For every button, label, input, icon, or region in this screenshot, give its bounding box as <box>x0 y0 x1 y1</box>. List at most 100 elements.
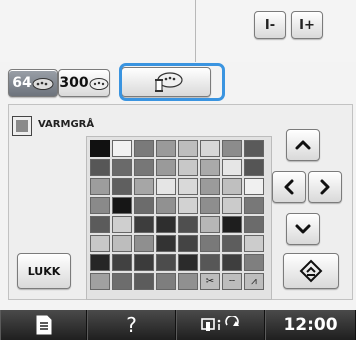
up-arrow-button[interactable] <box>286 129 320 161</box>
set-icon <box>299 259 323 283</box>
machine-status-icon <box>200 316 239 331</box>
palette-color-cell[interactable] <box>112 273 132 290</box>
palette-color-cell[interactable] <box>244 235 264 252</box>
spool-plus-button[interactable]: I+ <box>291 11 323 39</box>
palette-color-cell[interactable] <box>112 178 132 195</box>
palette-color-cell[interactable] <box>244 159 264 176</box>
spool-minus-button[interactable]: I- <box>254 11 286 39</box>
palette-color-cell[interactable] <box>134 159 154 176</box>
set-button[interactable] <box>283 253 339 289</box>
palette-color-cell[interactable] <box>156 254 176 271</box>
palette-color-cell[interactable] <box>178 178 198 195</box>
palette-color-cell[interactable] <box>156 159 176 176</box>
palette-color-cell[interactable] <box>244 216 264 233</box>
palette-color-cell[interactable] <box>178 197 198 214</box>
palette-color-cell[interactable] <box>156 273 176 290</box>
palette-color-cell[interactable] <box>134 216 154 233</box>
palette-color-cell[interactable] <box>222 254 242 271</box>
palette-color-cell[interactable] <box>244 178 264 195</box>
clock: 12:00 <box>265 310 356 340</box>
palette-color-cell[interactable] <box>178 273 198 290</box>
machine-status[interactable] <box>176 310 265 340</box>
palette-color-cell[interactable] <box>200 159 220 176</box>
palette-color-cell[interactable] <box>112 254 132 271</box>
palette-cell-dashed-line-icon[interactable]: ┄ <box>222 273 242 290</box>
document-button[interactable] <box>0 310 87 340</box>
palette-color-cell[interactable] <box>134 197 154 214</box>
palette-color-cell[interactable] <box>90 140 110 157</box>
down-arrow-button[interactable] <box>286 213 320 245</box>
palette-cell-scissors-icon[interactable]: ✂ <box>200 273 220 290</box>
close-button[interactable]: LUKK <box>17 253 71 289</box>
palette-color-cell[interactable] <box>200 235 220 252</box>
palette-color-cell[interactable] <box>112 197 132 214</box>
palette-color-cell[interactable] <box>244 140 264 157</box>
palette-color-cell[interactable] <box>156 178 176 195</box>
palette-color-cell[interactable] <box>200 178 220 195</box>
tab-palette-64-label: 64 <box>12 75 32 91</box>
palette-color-cell[interactable] <box>90 273 110 290</box>
tab-palette-300[interactable]: 300 <box>58 69 110 97</box>
palette-color-cell[interactable] <box>134 235 154 252</box>
dashed-line-icon: ┄ <box>228 276 236 287</box>
chevron-right-icon <box>320 179 330 195</box>
palette-color-cell[interactable] <box>222 216 242 233</box>
palette-color-cell[interactable] <box>134 140 154 157</box>
scissors-icon: ✂ <box>205 276 215 287</box>
palette-color-cell[interactable] <box>178 235 198 252</box>
chevron-up-icon <box>295 140 311 150</box>
color-palette-grid: ✂ ┄ ⩘ <box>86 136 272 300</box>
palette-color-cell[interactable] <box>222 140 242 157</box>
palette-color-cell[interactable] <box>200 197 220 214</box>
top-divider <box>195 0 196 62</box>
palette-color-cell[interactable] <box>178 159 198 176</box>
palette-color-cell[interactable] <box>112 140 132 157</box>
palette-color-cell[interactable] <box>156 197 176 214</box>
left-arrow-button[interactable] <box>272 171 306 203</box>
palette-grid: ✂ ┄ ⩘ <box>90 140 268 290</box>
palette-color-cell[interactable] <box>90 197 110 214</box>
palette-color-cell[interactable] <box>90 178 110 195</box>
palette-color-cell[interactable] <box>222 235 242 252</box>
palette-color-cell[interactable] <box>90 159 110 176</box>
palette-color-cell[interactable] <box>112 235 132 252</box>
help-button[interactable]: ? <box>87 310 176 340</box>
palette-color-cell[interactable] <box>90 216 110 233</box>
palette-color-cell[interactable] <box>244 197 264 214</box>
palette-color-cell[interactable] <box>222 159 242 176</box>
palette-color-cell[interactable] <box>200 216 220 233</box>
selected-tab-highlight <box>119 63 225 101</box>
palette-cell-stitch-icon[interactable]: ⩘ <box>244 273 264 290</box>
tab-palette-64[interactable]: 64 <box>8 69 58 97</box>
palette-color-cell[interactable] <box>156 216 176 233</box>
palette-color-cell[interactable] <box>134 273 154 290</box>
palette-color-cell[interactable] <box>156 140 176 157</box>
palette-color-cell[interactable] <box>222 178 242 195</box>
spool-plus-label: I+ <box>299 17 315 33</box>
right-arrow-button[interactable] <box>308 171 342 203</box>
palette-color-cell[interactable] <box>112 159 132 176</box>
chevron-down-icon <box>295 224 311 234</box>
palette-color-cell[interactable] <box>244 254 264 271</box>
tab-palette-300-label: 300 <box>59 75 89 91</box>
palette-color-cell[interactable] <box>156 235 176 252</box>
spool-minus-label: I- <box>264 17 276 33</box>
palette-color-cell[interactable] <box>178 254 198 271</box>
status-bar: ? 12:00 <box>0 310 356 340</box>
palette-color-cell[interactable] <box>222 197 242 214</box>
palette-color-cell[interactable] <box>200 254 220 271</box>
document-icon <box>36 315 51 335</box>
palette-color-cell[interactable] <box>90 254 110 271</box>
palette-color-cell[interactable] <box>134 254 154 271</box>
palette-color-cell[interactable] <box>200 140 220 157</box>
stitch-icon: ⩘ <box>251 276 257 287</box>
palette-color-cell[interactable] <box>178 140 198 157</box>
palette-color-cell[interactable] <box>134 178 154 195</box>
palette-color-cell[interactable] <box>112 216 132 233</box>
palette-color-cell[interactable] <box>178 216 198 233</box>
palette-tab-bar: 64 300 <box>8 62 353 102</box>
chevron-left-icon <box>284 179 294 195</box>
color-name-label: VARMGRÅ <box>38 119 95 130</box>
current-color-swatch <box>12 116 32 136</box>
palette-color-cell[interactable] <box>90 235 110 252</box>
